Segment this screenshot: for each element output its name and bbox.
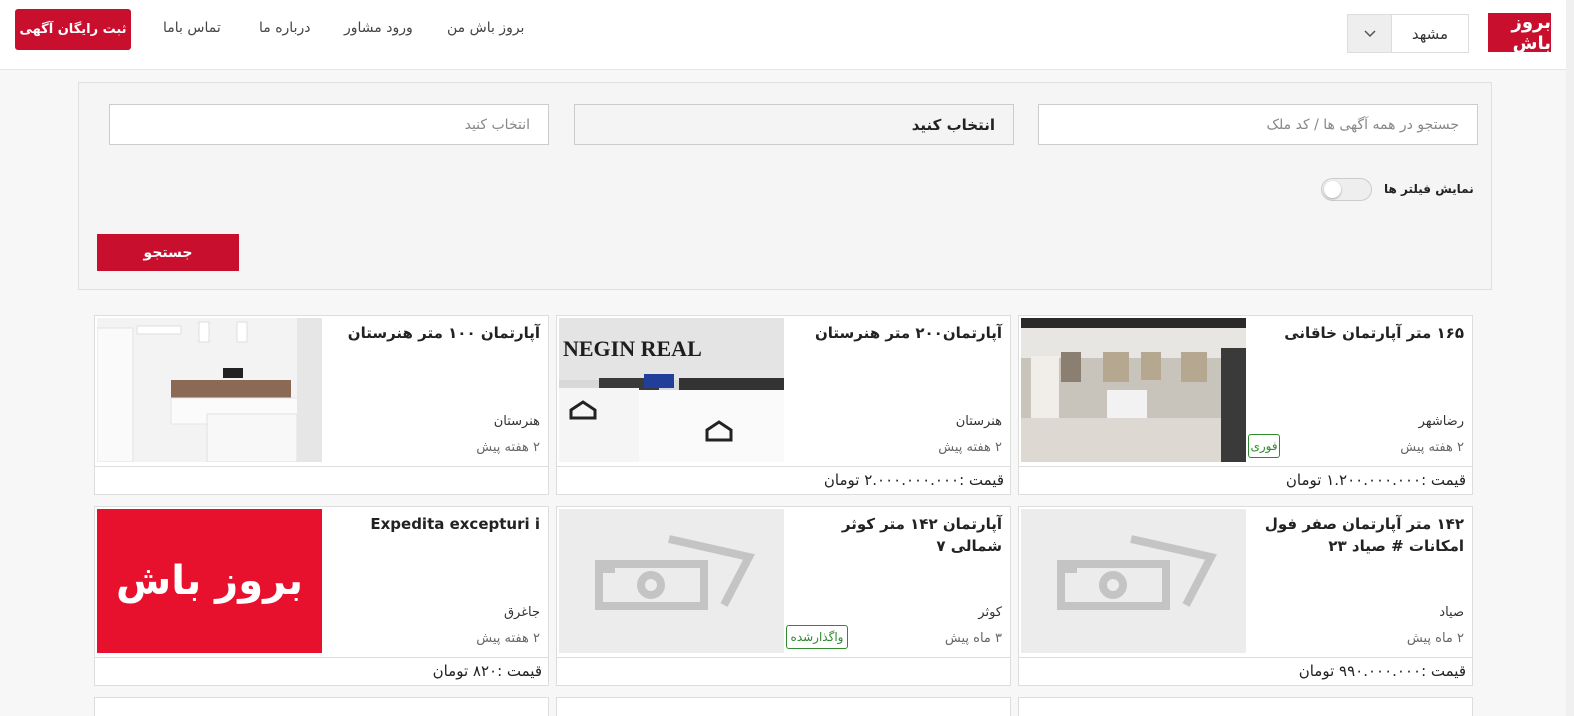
listing-card[interactable]: ۱۶۵ متر آپارتمان خاقانی رضاشهر ۲ هفته پی…: [1018, 315, 1473, 495]
listing-time: ۲ هفته پیش: [476, 631, 540, 646]
listing-title[interactable]: آپارتمان ۱۰۰ متر هنرستان: [330, 322, 540, 344]
city-name: مشهد: [1411, 24, 1449, 43]
scrollbar[interactable]: [1566, 0, 1574, 716]
camera-icon[interactable]: [559, 509, 784, 653]
listing-card[interactable]: NEGIN REAL آپارتمان۲۰۰ متر هنرستان هنرست…: [556, 315, 1011, 495]
site-header: بروز باش مشهد بروز باش من ورود مشاور درب…: [0, 0, 1566, 70]
listing-location: کوثر: [978, 605, 1002, 620]
toggle-knob: [1324, 181, 1341, 198]
listing-card[interactable]: [94, 697, 549, 716]
listing-photo[interactable]: NEGIN REAL: [559, 318, 784, 462]
listing-time: ۲ ماه پیش: [1406, 631, 1464, 646]
listing-location: هنرستان: [955, 414, 1002, 429]
nav-my-account[interactable]: بروز باش من: [447, 20, 524, 36]
nav-contact[interactable]: تماس باما: [163, 20, 221, 36]
divider: [557, 657, 1010, 658]
listing-price: قیمت :۲.۰۰۰.۰۰۰.۰۰۰ تومان: [823, 471, 1004, 489]
divider: [1019, 657, 1472, 658]
listing-time: ۲ هفته پیش: [476, 440, 540, 455]
office-sign-text: NEGIN REAL: [563, 336, 702, 361]
property-type-select[interactable]: انتخاب کنید: [574, 104, 1014, 145]
listing-card[interactable]: [1018, 697, 1473, 716]
assigned-badge: واگذارشده: [786, 625, 848, 649]
listing-location: هنرستان: [493, 414, 540, 429]
listing-card[interactable]: ۱۴۲ متر آپارتمان صفر فول امکانات # صیاد …: [1018, 506, 1473, 686]
nav-agent-login[interactable]: ورود مشاور: [344, 20, 413, 36]
brand-logo-text: بروز باش: [116, 558, 303, 604]
listing-card[interactable]: بروز باش Expedita excepturi i جاغرق ۲ هف…: [94, 506, 549, 686]
show-filters-label: نمایش فیلتر ها: [1384, 182, 1474, 196]
show-filters-toggle[interactable]: [1321, 178, 1372, 201]
chevron-down-icon[interactable]: [1348, 15, 1392, 52]
brand-logo-image[interactable]: بروز باش: [97, 509, 322, 653]
listing-title[interactable]: ۱۴۲ متر آپارتمان صفر فول امکانات # صیاد …: [1254, 513, 1464, 557]
listing-location: جاغرق: [503, 605, 540, 620]
search-button[interactable]: جستجو: [97, 234, 239, 271]
post-free-ad-button[interactable]: ثبت رایگان آگهی: [15, 9, 131, 50]
listing-price: قیمت :۱.۲۰۰.۰۰۰.۰۰۰ تومان: [1285, 471, 1466, 489]
listing-time: ۲ هفته پیش: [1400, 440, 1464, 455]
listing-time: ۲ هفته پیش: [938, 440, 1002, 455]
divider: [95, 466, 548, 467]
listing-title[interactable]: آپارتمان۲۰۰ متر هنرستان: [792, 322, 1002, 344]
listing-card[interactable]: آپارتمان ۱۰۰ متر هنرستان هنرستان ۲ هفته …: [94, 315, 549, 495]
site-logo[interactable]: بروز باش: [1488, 12, 1551, 54]
listing-card[interactable]: آپارتمان ۱۴۲ متر کوثر شمالی ۷ کوثر ۳ ماه…: [556, 506, 1011, 686]
listing-title[interactable]: آپارتمان ۱۴۲ متر کوثر شمالی ۷: [792, 513, 1002, 557]
listing-price: قیمت :۹۹۰.۰۰۰.۰۰۰ تومان: [1298, 662, 1466, 680]
search-input[interactable]: جستجو در همه آگهی ها / کد ملک: [1038, 104, 1478, 145]
listing-title[interactable]: Expedita excepturi i: [330, 513, 540, 535]
city-selector[interactable]: مشهد: [1347, 14, 1469, 53]
listing-photo[interactable]: [97, 318, 322, 462]
urgent-badge: فوری: [1248, 434, 1280, 458]
listing-location: رضاشهر: [1418, 414, 1464, 429]
divider: [1019, 466, 1472, 467]
listing-title[interactable]: ۱۶۵ متر آپارتمان خاقانی: [1254, 322, 1464, 344]
camera-icon[interactable]: [1021, 509, 1246, 653]
divider: [557, 466, 1010, 467]
listing-photo[interactable]: [1021, 318, 1246, 462]
area-select[interactable]: انتخاب کنید: [109, 104, 549, 145]
listing-location: صیاد: [1439, 605, 1464, 620]
nav-about[interactable]: درباره ما: [259, 20, 310, 36]
listing-card[interactable]: [556, 697, 1011, 716]
divider: [95, 657, 548, 658]
listing-time: ۳ ماه پیش: [944, 631, 1002, 646]
listing-price: قیمت :۸۲۰ تومان: [432, 662, 542, 680]
